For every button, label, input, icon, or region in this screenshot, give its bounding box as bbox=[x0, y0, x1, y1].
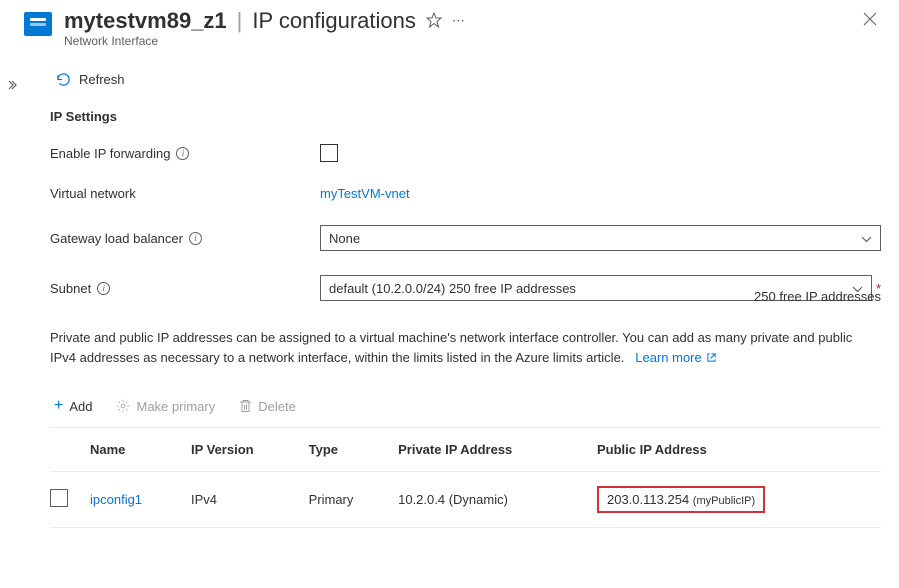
subnet-value: default (10.2.0.0/24) 250 free IP addres… bbox=[329, 281, 576, 296]
favorite-icon[interactable] bbox=[426, 12, 442, 31]
public-ip-highlight: 203.0.113.254 (myPublicIP) bbox=[597, 486, 765, 513]
col-private: Private IP Address bbox=[398, 428, 597, 472]
resource-name: mytestvm89_z1 bbox=[64, 8, 227, 34]
info-icon[interactable]: i bbox=[189, 232, 202, 245]
ip-forwarding-label: Enable IP forwarding bbox=[50, 146, 170, 161]
ip-config-table: Name IP Version Type Private IP Address … bbox=[50, 428, 881, 528]
delete-button[interactable]: Delete bbox=[235, 395, 300, 417]
row-checkbox[interactable] bbox=[50, 489, 68, 507]
more-icon[interactable]: ⋯ bbox=[452, 13, 465, 29]
private-ip-value: 10.2.0.4 (Dynamic) bbox=[398, 472, 597, 528]
external-link-icon bbox=[706, 352, 717, 363]
col-ip-version: IP Version bbox=[191, 428, 309, 472]
gateway-lb-value: None bbox=[329, 231, 360, 246]
make-primary-label: Make primary bbox=[136, 399, 215, 414]
title-separator: | bbox=[237, 8, 243, 34]
ip-version-value: IPv4 bbox=[191, 472, 309, 528]
col-public: Public IP Address bbox=[597, 428, 881, 472]
subnet-label: Subnet bbox=[50, 281, 91, 296]
page-header: mytestvm89_z1 | IP configurations ⋯ Netw… bbox=[24, 8, 881, 48]
vnet-link[interactable]: myTestVM-vnet bbox=[320, 186, 410, 201]
add-button[interactable]: + Add bbox=[50, 395, 96, 417]
trash-icon bbox=[239, 399, 252, 413]
refresh-icon bbox=[56, 72, 71, 87]
close-button[interactable] bbox=[859, 8, 881, 35]
type-value: Primary bbox=[309, 472, 399, 528]
plus-icon: + bbox=[54, 397, 63, 415]
gear-icon bbox=[116, 399, 130, 413]
col-type: Type bbox=[309, 428, 399, 472]
refresh-label: Refresh bbox=[79, 72, 125, 87]
info-icon[interactable]: i bbox=[176, 147, 189, 160]
public-ip-name: (myPublicIP) bbox=[693, 495, 755, 507]
resource-type: Network Interface bbox=[64, 34, 859, 48]
gateway-lb-label: Gateway load balancer bbox=[50, 231, 183, 246]
ip-settings-heading: IP Settings bbox=[50, 109, 881, 124]
chevron-down-icon bbox=[861, 231, 872, 246]
expand-nav-button[interactable] bbox=[6, 78, 18, 93]
ipconfig-name-link[interactable]: ipconfig1 bbox=[90, 492, 142, 507]
delete-label: Delete bbox=[258, 399, 296, 414]
make-primary-button[interactable]: Make primary bbox=[112, 395, 219, 417]
ip-forwarding-checkbox[interactable] bbox=[320, 144, 338, 162]
refresh-button[interactable]: Refresh bbox=[50, 68, 131, 91]
gateway-lb-select[interactable]: None bbox=[320, 225, 881, 251]
page-title: IP configurations bbox=[252, 8, 415, 34]
resource-icon bbox=[24, 12, 52, 36]
col-name: Name bbox=[90, 428, 191, 472]
add-label: Add bbox=[69, 399, 92, 414]
table-row[interactable]: ipconfig1 IPv4 Primary 10.2.0.4 (Dynamic… bbox=[50, 472, 881, 528]
public-ip-value: 203.0.113.254 bbox=[607, 492, 689, 507]
vnet-label: Virtual network bbox=[50, 186, 136, 201]
ip-configs-description: Private and public IP addresses can be a… bbox=[50, 328, 881, 367]
learn-more-link[interactable]: Learn more bbox=[635, 348, 716, 368]
info-icon[interactable]: i bbox=[97, 282, 110, 295]
